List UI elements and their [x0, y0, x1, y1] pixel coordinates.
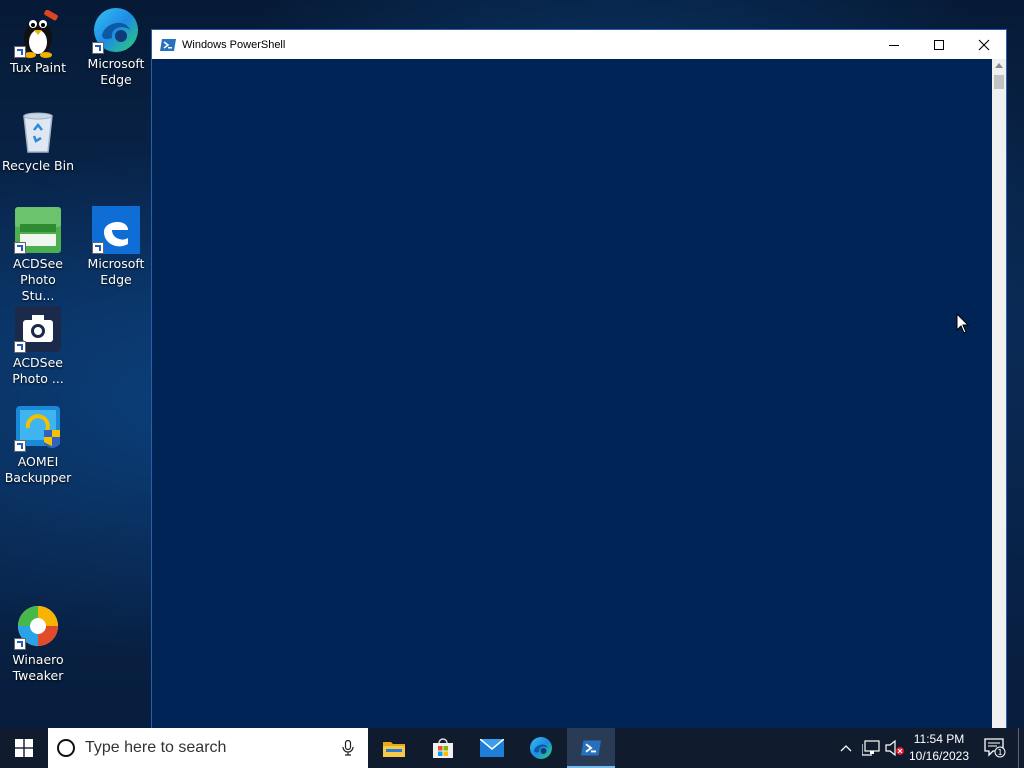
vertical-scrollbar[interactable] [992, 59, 1006, 728]
mouse-pointer-icon [956, 312, 970, 339]
desktop-icon-microsoft-edge[interactable]: Microsoft Edge [78, 6, 154, 88]
microsoft-store-icon [433, 738, 453, 758]
desktop-icon-microsoft-edge-legacy[interactable]: Microsoft Edge [78, 206, 154, 288]
maximize-icon [933, 39, 944, 50]
microphone-icon[interactable] [342, 739, 354, 760]
show-desktop-divider[interactable] [1018, 728, 1019, 768]
powershell-window[interactable]: Windows PowerShell [152, 30, 1006, 728]
shortcut-arrow-icon [14, 440, 26, 452]
desktop-icon-label: Winaero Tweaker [12, 652, 64, 683]
desktop-icon-label: Microsoft Edge [87, 256, 145, 287]
shortcut-arrow-icon [92, 242, 104, 254]
shortcut-arrow-icon [92, 42, 104, 54]
close-icon [978, 39, 989, 50]
recycle-bin-icon [14, 108, 62, 156]
minimize-icon [888, 44, 899, 46]
desktop-icon-tux-paint[interactable]: Tux Paint [0, 9, 76, 76]
shortcut-arrow-icon [14, 242, 26, 254]
close-button[interactable] [961, 30, 1006, 59]
window-controls [871, 30, 1006, 59]
shortcut-arrow-icon [14, 638, 26, 650]
window-title: Windows PowerShell [182, 38, 286, 51]
file-explorer-icon [383, 742, 405, 757]
desktop-icon-label: Microsoft Edge [87, 56, 145, 87]
winaero-tweaker-icon [14, 602, 62, 650]
scrollbar-thumb[interactable] [994, 75, 1004, 89]
taskbar-file-explorer[interactable] [370, 728, 418, 768]
volume-muted-icon [885, 740, 904, 756]
taskbar: Type here to search 11:54 PM 10/16/2023 … [0, 728, 1024, 768]
desktop-icon-label: Recycle Bin [1, 158, 75, 173]
shortcut-arrow-icon [14, 341, 26, 353]
console-area[interactable] [152, 59, 992, 728]
edge-legacy-icon [92, 206, 140, 254]
powershell-icon [160, 37, 176, 53]
taskbar-powershell[interactable] [567, 728, 615, 768]
acdsee-camera-icon [14, 305, 62, 353]
desktop-icon-winaero-tweaker[interactable]: Winaero Tweaker [0, 602, 76, 684]
minimize-button[interactable] [871, 30, 916, 59]
desktop-icon-acdsee-photo[interactable]: ACDSee Photo ... [0, 305, 76, 387]
network-icon [862, 740, 880, 756]
network-tray-button[interactable] [860, 728, 882, 768]
taskbar-clock[interactable]: 11:54 PM 10/16/2023 [905, 731, 973, 765]
maximize-button[interactable] [916, 30, 961, 59]
desktop-icon-label: ACDSee Photo Stu... [13, 256, 63, 303]
desktop-icon-recycle-bin[interactable]: Recycle Bin [0, 108, 76, 174]
desktop-icon-label: ACDSee Photo ... [12, 355, 64, 386]
acdsee-whats-new-icon [14, 206, 62, 254]
clock-date: 10/16/2023 [908, 749, 970, 763]
window-titlebar[interactable]: Windows PowerShell [152, 30, 1006, 59]
show-hidden-icons-button[interactable] [836, 728, 856, 768]
shortcut-arrow-icon [14, 46, 26, 58]
search-icon [57, 739, 75, 757]
clock-time: 11:54 PM [913, 732, 965, 746]
powershell-icon [581, 740, 601, 756]
taskbar-mail[interactable] [468, 728, 516, 768]
taskbar-search-box[interactable]: Type here to search [48, 728, 368, 768]
desktop-icon-acdsee-photo-studio[interactable]: ACDSee Photo Stu... [0, 206, 76, 304]
taskbar-edge[interactable] [517, 728, 565, 768]
taskbar-microsoft-store[interactable] [419, 728, 467, 768]
desktop-icon-label: Tux Paint [10, 60, 66, 75]
chevron-up-icon [840, 745, 852, 752]
start-button[interactable] [0, 728, 48, 768]
desktop-icon-label: AOMEI Backupper [4, 454, 72, 485]
action-center-button[interactable]: 1 [980, 728, 1010, 768]
search-placeholder: Type here to search [85, 739, 227, 756]
desktop-icon-aomei-backupper[interactable]: AOMEI Backupper [0, 404, 76, 486]
volume-tray-button[interactable] [884, 728, 906, 768]
desktop: Tux Paint Microsoft Edge Recycle Bin ACD… [0, 0, 1024, 728]
tux-paint-icon [14, 9, 62, 58]
edge-icon [530, 737, 552, 759]
mail-icon [480, 739, 504, 757]
notification-icon: 1 [984, 738, 1006, 758]
scroll-up-arrow-icon[interactable] [995, 63, 1003, 68]
edge-icon [92, 6, 140, 54]
notification-count: 1 [997, 748, 1002, 757]
aomei-backupper-icon [14, 404, 62, 452]
windows-logo-icon [15, 739, 33, 757]
